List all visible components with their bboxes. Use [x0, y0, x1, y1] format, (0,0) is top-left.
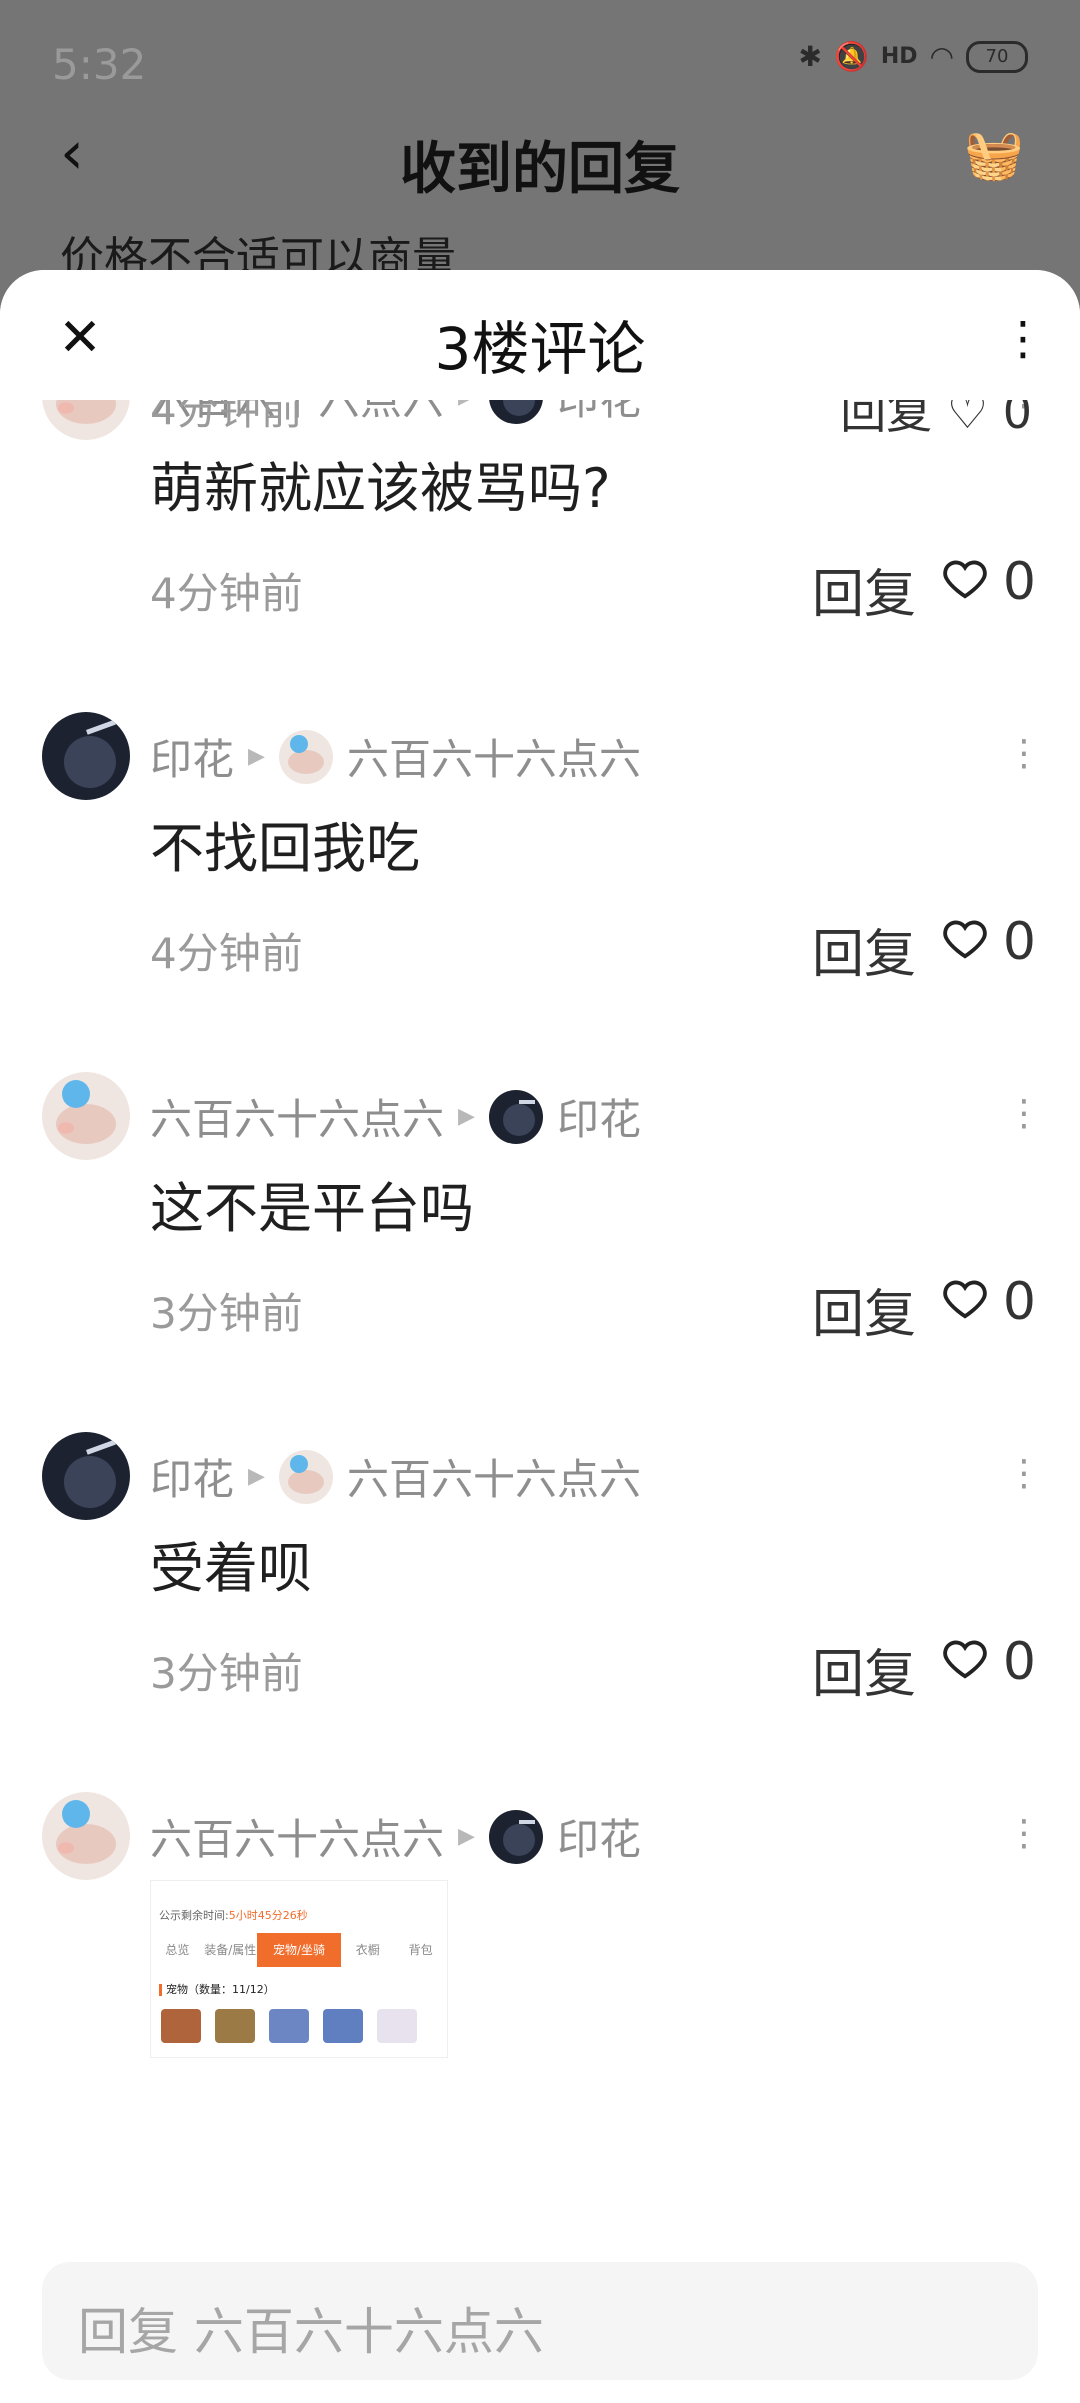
image-tab: 总览 — [165, 1943, 190, 1957]
pet-thumbnail — [161, 2009, 201, 2043]
author-line: 印花 ▶ 六百六十六点六 — [150, 1446, 641, 1507]
heart-icon[interactable] — [942, 1276, 988, 1322]
comment-text: 受着呗 — [150, 1537, 312, 1600]
heart-icon[interactable] — [942, 916, 988, 962]
comment-time: 4分钟前 — [150, 929, 303, 978]
reply-to-name[interactable]: 六百六十六点六 — [347, 1446, 641, 1507]
avatar[interactable] — [42, 1432, 130, 1520]
more-icon[interactable]: ⋮ — [1000, 308, 1046, 368]
reply-to-avatar — [488, 1089, 543, 1144]
like-count: 0 — [1002, 912, 1036, 972]
reply-to-avatar — [278, 1449, 333, 1504]
comment-image[interactable]: 公示剩余时间:5小时45分26秒 总览 装备/属性 宠物/坐骑 衣橱 背包 宠物… — [150, 1880, 448, 2058]
comment-sheet: ✕ 3楼评论 ⋮ 4分钟前 回复 ♡ 0 六百六十六点六 ▶ 印花 ⋮ — [0, 270, 1080, 2403]
comment-more-icon[interactable]: ⋮ — [1004, 1804, 1044, 1864]
comment-item: 六百六十六点六 ▶ 印花 ⋮ 这不是平台吗 3分钟前 回复 0 — [0, 1072, 1080, 1432]
author-name[interactable]: 印花 — [150, 726, 234, 787]
heart-icon[interactable]: ♡ — [947, 398, 988, 432]
reply-button[interactable]: 回复 — [812, 552, 916, 627]
comment-item: 印花 ▶ 六百六十六点六 ⋮ 不找回我吃 4分钟前 回复 0 — [0, 712, 1080, 1072]
image-timer-line: 公示剩余时间:5小时45分26秒 — [159, 1909, 308, 1922]
reply-button[interactable]: 回复 — [812, 912, 916, 987]
pet-thumbnail — [323, 2009, 363, 2043]
avatar[interactable] — [42, 712, 130, 800]
comment-time: 4分钟前 — [150, 398, 303, 432]
mute-icon: 🔕 — [834, 40, 869, 73]
signal-icon: HD — [880, 44, 918, 69]
sheet-title: 3楼评论 — [434, 315, 646, 383]
reply-button[interactable]: 回复 — [840, 398, 932, 432]
reply-to-avatar — [488, 1809, 543, 1864]
author-name[interactable]: 印花 — [150, 1446, 234, 1507]
pet-thumbnail — [269, 2009, 309, 2043]
comment-actions: 回复 ♡ 0 — [840, 398, 1032, 432]
reply-button[interactable]: 回复 — [812, 1632, 916, 1707]
comment-more-icon[interactable]: ⋮ — [1004, 724, 1044, 784]
reply-button[interactable]: 回复 — [812, 1272, 916, 1347]
like-count: 0 — [1002, 1272, 1036, 1332]
reply-arrow-icon: ▶ — [248, 1464, 265, 1489]
author-line: 六百六十六点六 ▶ 印花 — [150, 1806, 641, 1867]
reply-input[interactable]: 回复 六百六十六点六 — [42, 2262, 1038, 2380]
like-count: 0 — [1002, 552, 1036, 612]
pet-thumbnail — [215, 2009, 255, 2043]
reply-to-name[interactable]: 六百六十六点六 — [347, 726, 641, 787]
reply-to-avatar — [278, 729, 333, 784]
bluetooth-icon: ✱ — [798, 40, 822, 73]
reply-arrow-icon: ▶ — [248, 744, 265, 769]
image-tabs: 总览 装备/属性 宠物/坐骑 衣橱 背包 — [151, 1933, 447, 1967]
wifi-icon: ◠ — [929, 40, 954, 73]
heart-icon[interactable] — [942, 1636, 988, 1682]
heart-icon[interactable] — [942, 556, 988, 602]
comment-more-icon[interactable]: ⋮ — [1004, 1084, 1044, 1144]
like-count: 0 — [1002, 398, 1032, 432]
reply-arrow-icon: ▶ — [458, 1104, 475, 1129]
image-pet-icons — [161, 2009, 417, 2043]
like-count: 0 — [1002, 1632, 1036, 1692]
comment-time: 3分钟前 — [150, 1289, 303, 1338]
comment-item: 六百六十六点六 ▶ 印花 ⋮ 公示剩余时间:5小时45分26秒 总览 装备/属性… — [0, 1792, 1080, 2152]
basket-icon[interactable]: 🧺 — [964, 126, 1024, 183]
comment-text: 这不是平台吗 — [150, 1177, 474, 1240]
comment-time: 4分钟前 — [150, 569, 303, 618]
reply-to-name[interactable]: 印花 — [557, 1086, 641, 1147]
status-time: 5:32 — [52, 40, 147, 89]
avatar[interactable] — [42, 1072, 130, 1160]
author-line: 印花 ▶ 六百六十六点六 — [150, 726, 641, 787]
status-bar: 5:32 ✱ 🔕 HD ◠ 70 — [52, 36, 1028, 89]
reply-to-name[interactable]: 印花 — [557, 1806, 641, 1867]
image-pet-label: 宠物（数量：11/12） — [159, 1981, 275, 1997]
comment-text: 不找回我吃 — [150, 817, 420, 880]
comment-time: 3分钟前 — [150, 1649, 303, 1698]
reply-input-placeholder: 回复 六百六十六点六 — [78, 2303, 544, 2361]
reply-arrow-icon: ▶ — [458, 1824, 475, 1849]
comment-text: 萌新就应该被骂吗? — [150, 457, 611, 520]
avatar[interactable] — [42, 1792, 130, 1880]
comment-more-icon[interactable]: ⋮ — [1004, 1444, 1044, 1504]
image-tab-active: 宠物/坐骑 — [256, 1933, 342, 1967]
comment-item: 印花 ▶ 六百六十六点六 ⋮ 受着呗 3分钟前 回复 0 — [0, 1432, 1080, 1792]
image-tab: 衣橱 — [355, 1943, 380, 1957]
partial-comment-footer: 4分钟前 回复 ♡ 0 — [0, 398, 1080, 432]
image-tab: 背包 — [408, 1943, 433, 1957]
page-title: 收到的回复 — [400, 137, 680, 202]
author-line: 六百六十六点六 ▶ 印花 — [150, 1086, 641, 1147]
image-tab: 装备/属性 — [204, 1943, 257, 1957]
author-name[interactable]: 六百六十六点六 — [150, 1086, 444, 1147]
background-header: ‹ 收到的回复 🧺 — [0, 118, 1080, 202]
pet-thumbnail — [377, 2009, 417, 2043]
status-icons: ✱ 🔕 HD ◠ 70 — [799, 40, 1028, 73]
sheet-header: ✕ 3楼评论 ⋮ — [0, 270, 1080, 400]
author-name[interactable]: 六百六十六点六 — [150, 1806, 444, 1867]
battery-icon: 70 — [966, 40, 1028, 73]
